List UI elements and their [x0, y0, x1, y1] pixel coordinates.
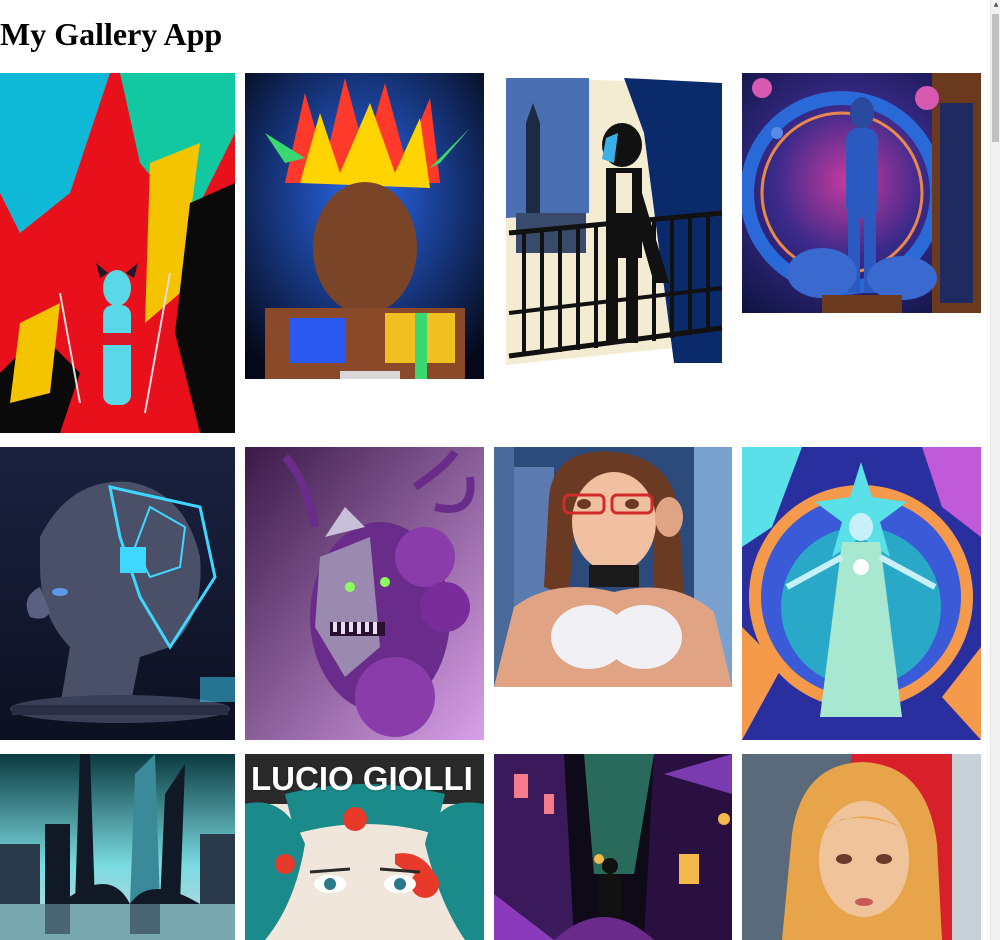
gallery-image[interactable] [0, 73, 235, 433]
image-art [742, 754, 981, 940]
magazine-cover-title: LUCIO GIOLLI [251, 760, 473, 797]
image-art [245, 447, 484, 740]
scroll-up-arrow-icon[interactable]: ▲ [991, 0, 1000, 10]
image-art [494, 73, 732, 368]
image-art [742, 447, 981, 740]
gallery-page: My Gallery App LUCIO GIOLLI ▲ [0, 0, 1000, 940]
gallery-image[interactable] [742, 73, 981, 313]
image-art [0, 73, 235, 433]
gallery-image[interactable] [494, 754, 732, 940]
gallery-image[interactable] [0, 754, 235, 940]
vertical-scrollbar[interactable]: ▲ [990, 0, 1000, 940]
gallery-image[interactable] [494, 73, 732, 368]
image-art [0, 447, 235, 740]
image-gallery: LUCIO GIOLLI [0, 0, 990, 940]
image-art [494, 754, 732, 940]
image-art [245, 73, 484, 379]
image-art [494, 447, 732, 687]
gallery-image[interactable] [742, 447, 981, 740]
gallery-image[interactable] [0, 447, 235, 740]
gallery-image[interactable] [245, 447, 484, 740]
scrollbar-thumb[interactable] [992, 14, 999, 142]
gallery-image[interactable] [742, 754, 981, 940]
gallery-image[interactable] [245, 73, 484, 379]
image-art [0, 754, 235, 940]
image-art [742, 73, 981, 313]
gallery-image[interactable] [494, 447, 732, 687]
gallery-image[interactable]: LUCIO GIOLLI [245, 754, 484, 940]
